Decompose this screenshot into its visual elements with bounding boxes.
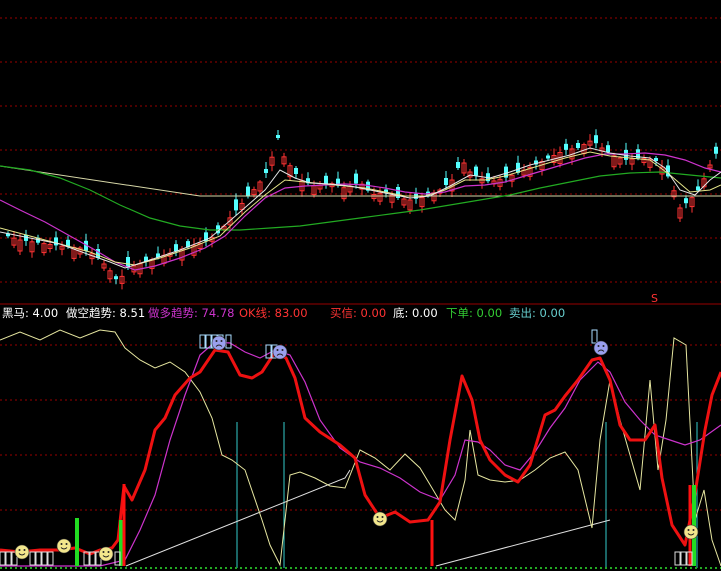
candle-down: [276, 135, 280, 138]
face-eye: [281, 349, 284, 351]
chart-background: [0, 0, 721, 571]
face-eye: [692, 529, 695, 531]
sell-marker-label: S: [651, 292, 658, 305]
candle-down: [474, 166, 478, 176]
candle-down: [444, 178, 448, 185]
candle-down: [234, 199, 238, 211]
zuokong-value: 做空趋势: 8.51: [66, 306, 146, 320]
candle-down: [354, 173, 358, 184]
smiley-face-circle: [14, 544, 30, 560]
face-eye: [220, 340, 223, 342]
smiley-face-icon: [683, 524, 699, 540]
maixin-signal-bar: [122, 484, 126, 566]
sad-face-icon: [272, 344, 288, 360]
face-eye: [276, 349, 279, 351]
face-eye: [687, 529, 690, 531]
candle-down: [114, 276, 118, 280]
di-value: 底: 0.00: [393, 306, 438, 320]
candle-down: [606, 145, 610, 153]
zuoduo-value: 做多趋势: 74.78: [148, 306, 235, 320]
candle-down: [594, 135, 598, 144]
xiadan-value: 下单: 0.00: [446, 306, 503, 320]
candle-down: [264, 169, 268, 173]
smiley-face-circle: [683, 524, 699, 540]
sad-face-circle: [593, 340, 609, 356]
face-eye: [18, 549, 21, 551]
face-eye: [597, 345, 600, 347]
stock-chart[interactable]: S: [0, 0, 721, 571]
face-eye: [376, 516, 379, 518]
smiley-face-circle: [56, 538, 72, 554]
ok-line-value: OK线: 83.00: [239, 306, 308, 320]
candle-down: [294, 168, 298, 174]
face-eye: [102, 551, 105, 553]
candle-down: [546, 155, 550, 159]
smiley-face-icon: [98, 546, 114, 562]
candle-down: [576, 143, 580, 148]
candle-down: [684, 198, 688, 204]
sad-face-icon: [593, 340, 609, 356]
face-eye: [602, 345, 605, 347]
candle-down: [54, 237, 58, 246]
face-eye: [215, 340, 218, 342]
sad-face-circle: [272, 344, 288, 360]
sad-face-circle: [211, 335, 227, 351]
face-eye: [381, 516, 384, 518]
smiley-face-icon: [14, 544, 30, 560]
candle-down: [324, 175, 328, 184]
smiley-face-circle: [372, 511, 388, 527]
candle-down: [714, 146, 718, 154]
maixin-value: 买信: 0.00: [330, 306, 387, 320]
indicator-status-bar: 黑马: 4.00 做空趋势: 8.51 做多趋势: 74.78 OK线: 83.…: [0, 305, 721, 321]
smiley-face-circle: [98, 546, 114, 562]
candle-down: [246, 186, 250, 197]
candle-down: [456, 162, 460, 168]
sad-face-icon: [211, 335, 227, 351]
buy-signal-bar: [75, 518, 79, 566]
smiley-face-icon: [372, 511, 388, 527]
candle-down: [564, 143, 568, 150]
heima-value: 黑马: 4.00: [2, 306, 59, 320]
maixin-signal-bar: [430, 520, 434, 566]
maichu-value: 卖出: 0.00: [509, 306, 566, 320]
face-eye: [65, 543, 68, 545]
candle-down: [174, 244, 178, 252]
face-eye: [60, 543, 63, 545]
face-eye: [23, 549, 26, 551]
candle-down: [696, 186, 700, 191]
face-eye: [107, 551, 110, 553]
smiley-face-icon: [56, 538, 72, 554]
